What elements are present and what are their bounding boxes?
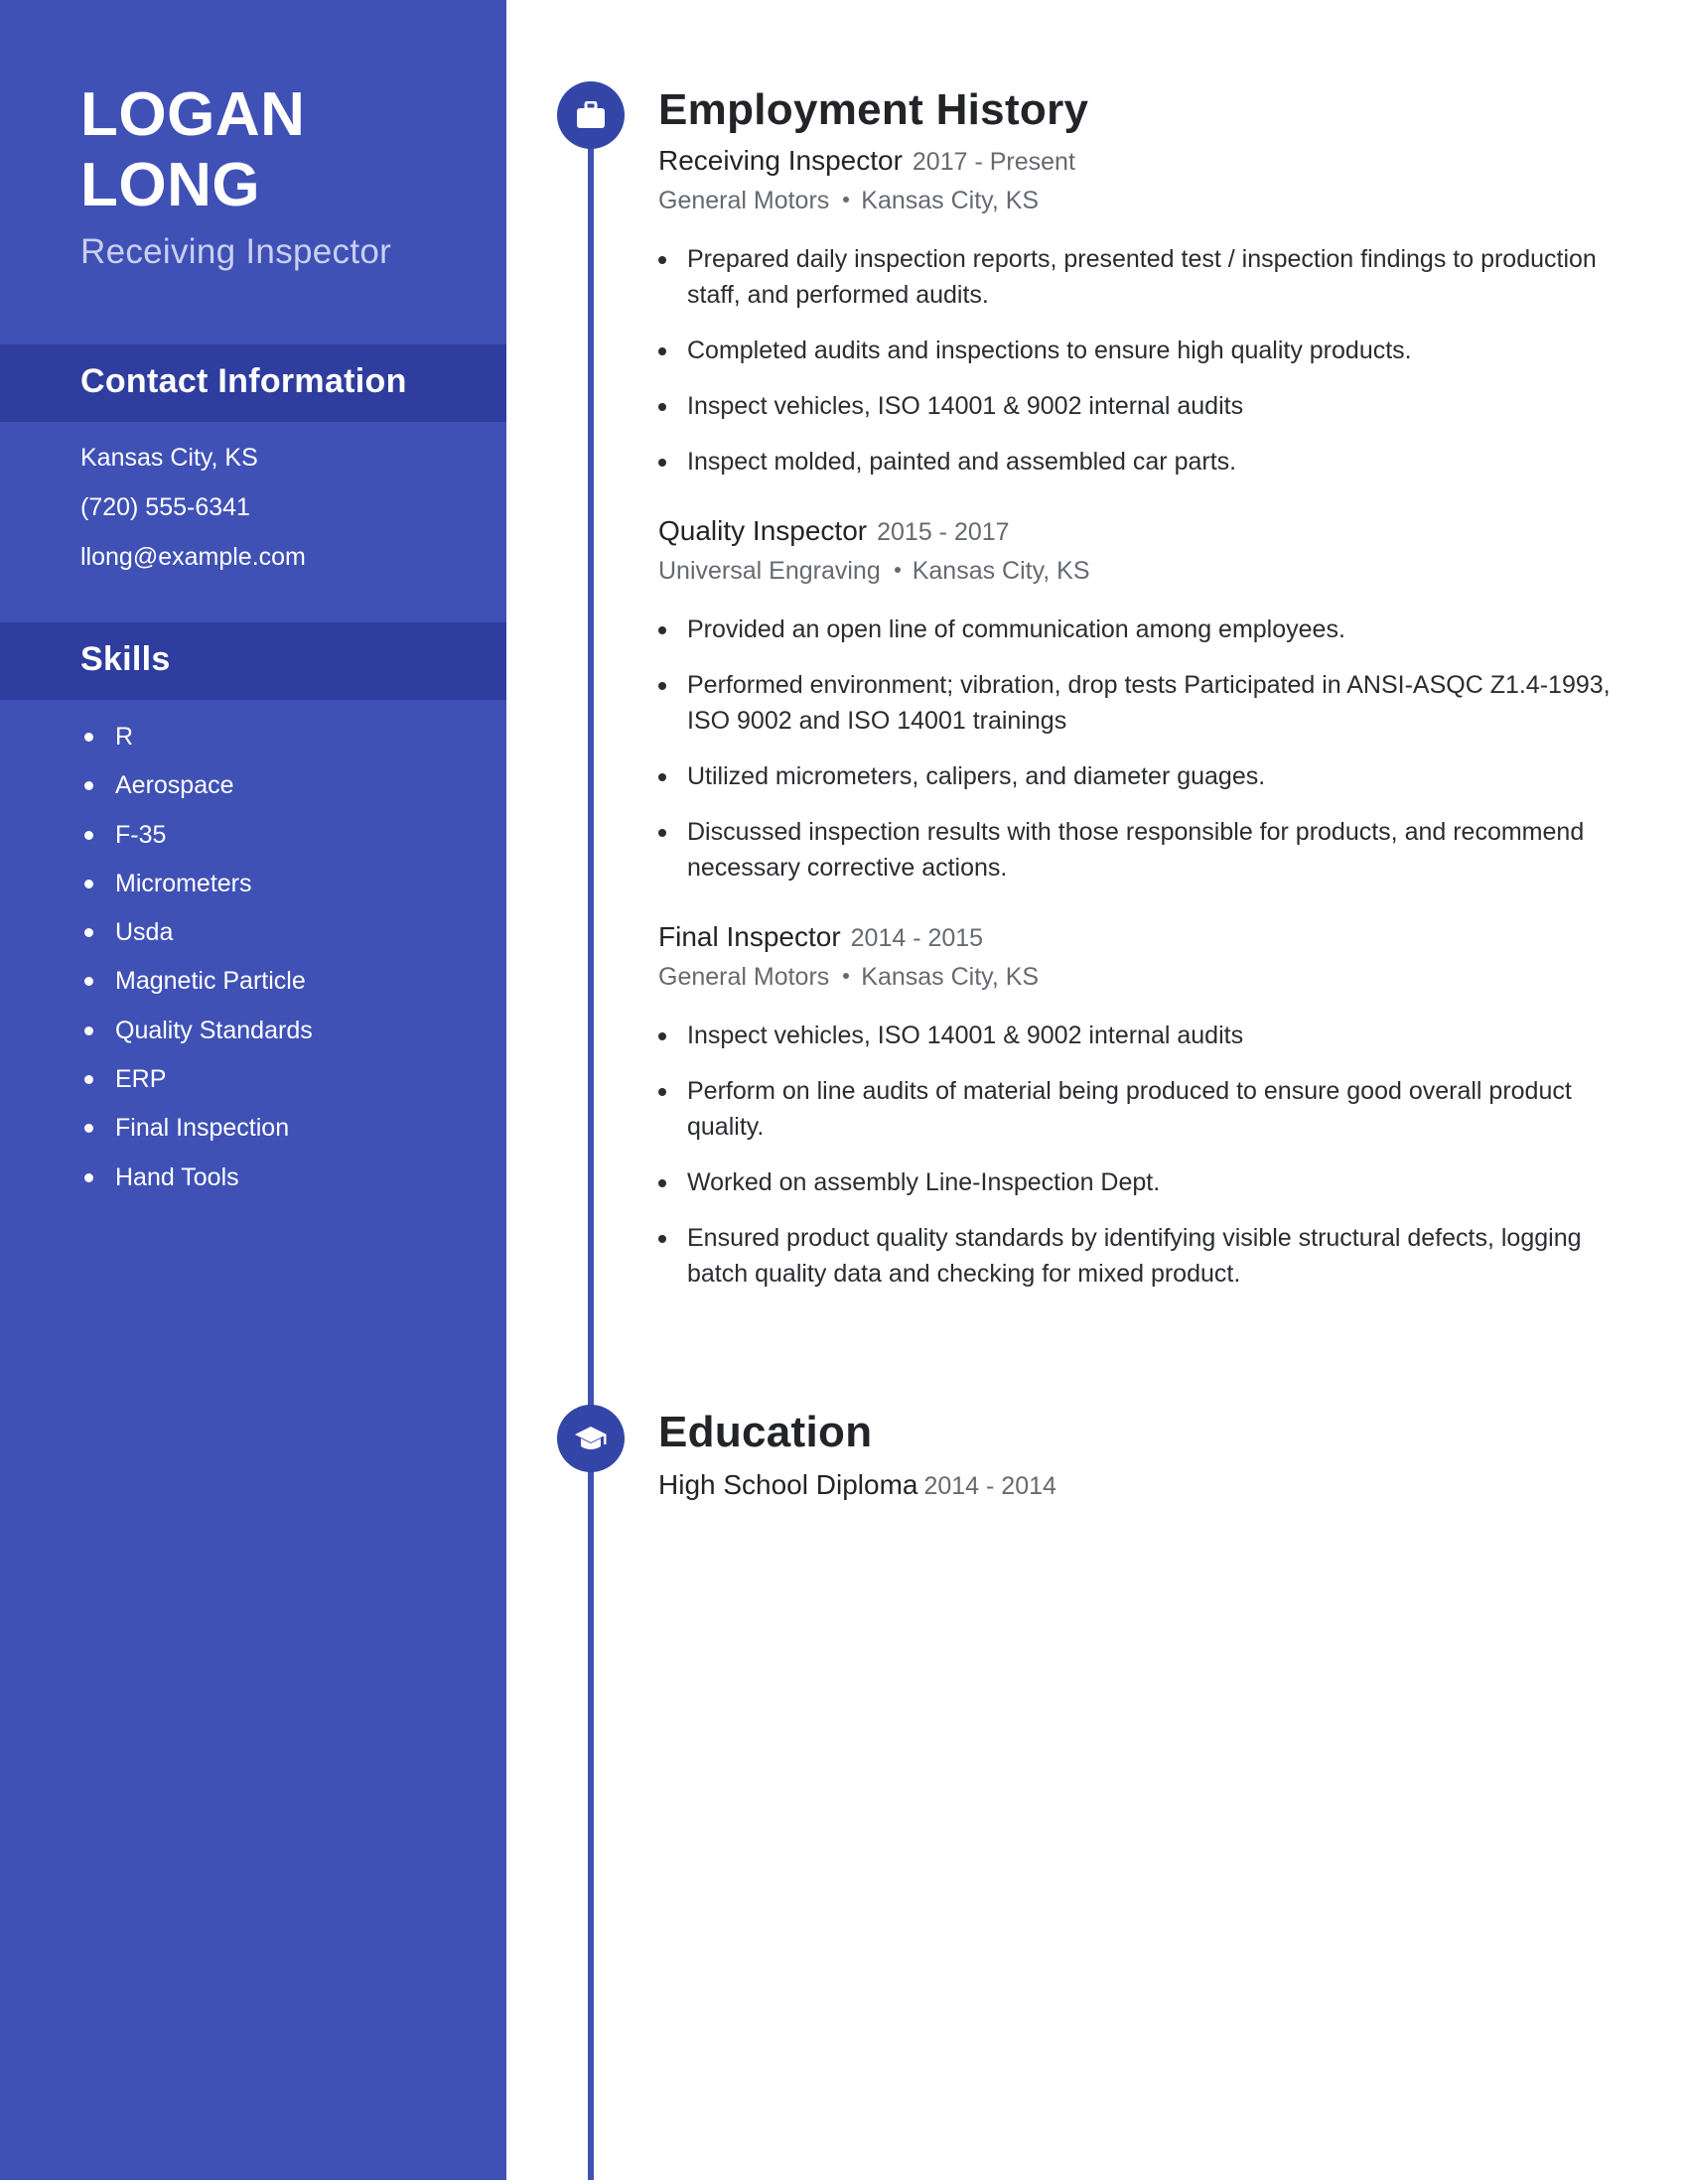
skill-item: R <box>80 717 313 765</box>
job-company: Universal Engraving <box>658 557 881 585</box>
separator-dot <box>843 196 850 203</box>
graduation-cap-icon <box>575 1427 607 1449</box>
job-bullets: Inspect vehicles, ISO 14001 & 9002 inter… <box>658 1018 1628 1292</box>
job-dates: 2017 - Present <box>912 148 1075 176</box>
skills-header: Skills <box>0 622 506 700</box>
education-heading: Education <box>658 1408 873 1456</box>
education-degree: High School Diploma <box>658 1469 918 1500</box>
job-bullet: Prepared daily inspection reports, prese… <box>658 241 1628 313</box>
job-location: Kansas City, KS <box>861 187 1040 214</box>
education-dates: 2014 - 2014 <box>923 1472 1056 1500</box>
job-bullet: Worked on assembly Line-Inspection Dept. <box>658 1164 1628 1200</box>
job-bullet: Performed environment; vibration, drop t… <box>658 667 1628 739</box>
job-bullet: Inspect vehicles, ISO 14001 & 9002 inter… <box>658 1018 1628 1053</box>
job-bullet: Provided an open line of communication a… <box>658 612 1628 647</box>
skill-item: Magnetic Particle <box>80 961 313 1010</box>
job-employer: Universal Engraving Kansas City, KS <box>658 552 1628 590</box>
education-marker <box>557 1405 625 1472</box>
contact-email[interactable]: llong@example.com <box>80 540 306 590</box>
job-entry: Receiving Inspector 2017 - Present Genera… <box>658 141 1628 479</box>
job-bullet: Inspect vehicles, ISO 14001 & 9002 inter… <box>658 388 1628 424</box>
candidate-title: Receiving Inspector <box>80 232 392 271</box>
skill-item: Aerospace <box>80 765 313 814</box>
job-title: Quality Inspector <box>658 515 868 546</box>
job-title: Final Inspector <box>658 921 841 952</box>
job-employer: General Motors Kansas City, KS <box>658 182 1628 219</box>
job-header: Final Inspector 2014 - 2015 <box>658 917 1628 958</box>
timeline-line <box>588 114 594 2180</box>
skill-item: ERP <box>80 1059 313 1108</box>
contact-list: Kansas City, KS (720) 555-6341 llong@exa… <box>80 441 306 590</box>
job-dates: 2014 - 2015 <box>850 924 984 952</box>
employment-marker <box>557 81 625 149</box>
job-bullet: Completed audits and inspections to ensu… <box>658 333 1628 368</box>
skill-item: Final Inspection <box>80 1108 313 1157</box>
contact-location: Kansas City, KS <box>80 444 258 472</box>
skill-item: Usda <box>80 912 313 961</box>
job-header: Quality Inspector 2015 - 2017 <box>658 511 1628 552</box>
job-company: General Motors <box>658 963 830 991</box>
education-section: Education High School Diploma 2014 - 2014 <box>658 1408 1628 1506</box>
separator-dot <box>894 566 901 573</box>
job-bullet: Perform on line audits of material being… <box>658 1073 1628 1145</box>
skill-item: F-35 <box>80 815 313 864</box>
skill-item: Hand Tools <box>80 1158 313 1206</box>
job-location: Kansas City, KS <box>912 557 1090 585</box>
candidate-name: LOGAN LONG <box>80 79 305 220</box>
job-bullet: Ensured product quality standards by ide… <box>658 1220 1628 1292</box>
job-location: Kansas City, KS <box>861 963 1040 991</box>
education-entry: High School Diploma 2014 - 2014 <box>658 1465 1628 1506</box>
first-name: LOGAN <box>80 80 306 149</box>
contact-heading: Contact Information <box>80 362 407 400</box>
separator-dot <box>843 972 850 979</box>
employment-section: Employment History Receiving Inspector 20… <box>658 85 1628 1311</box>
contact-phone: (720) 555-6341 <box>80 493 250 521</box>
job-dates: 2015 - 2017 <box>877 518 1010 546</box>
skills-heading: Skills <box>80 640 171 678</box>
job-bullet: Utilized micrometers, calipers, and diam… <box>658 758 1628 794</box>
skills-list: R Aerospace F-35 Micrometers Usda Magnet… <box>80 717 313 1206</box>
job-bullets: Prepared daily inspection reports, prese… <box>658 241 1628 479</box>
skill-item: Quality Standards <box>80 1011 313 1059</box>
employment-heading: Employment History <box>658 85 1089 134</box>
sidebar: LOGAN LONG Receiving Inspector Contact I… <box>0 0 506 2180</box>
job-header: Receiving Inspector 2017 - Present <box>658 141 1628 182</box>
skill-item: Micrometers <box>80 864 313 912</box>
job-employer: General Motors Kansas City, KS <box>658 958 1628 996</box>
job-entry: Quality Inspector 2015 - 2017 Universal E… <box>658 511 1628 886</box>
job-bullet: Inspect molded, painted and assembled ca… <box>658 444 1628 479</box>
briefcase-icon <box>577 101 605 128</box>
contact-header: Contact Information <box>0 344 506 422</box>
job-company: General Motors <box>658 187 830 214</box>
job-entry: Final Inspector 2014 - 2015 General Motor… <box>658 917 1628 1292</box>
job-title: Receiving Inspector <box>658 145 903 176</box>
last-name: LONG <box>80 151 261 219</box>
job-bullets: Provided an open line of communication a… <box>658 612 1628 886</box>
job-bullet: Discussed inspection results with those … <box>658 814 1628 886</box>
